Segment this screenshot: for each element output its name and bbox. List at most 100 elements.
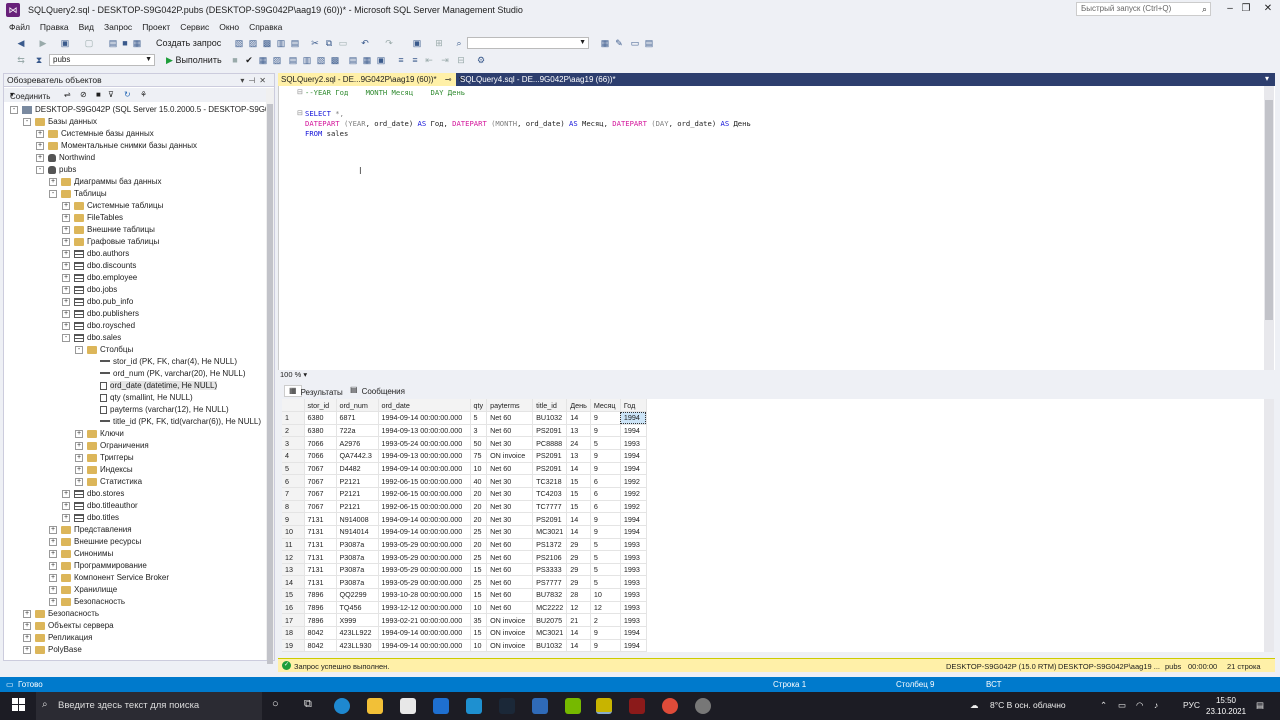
disconnect-icon[interactable]: ⊘ (80, 90, 87, 100)
row-number[interactable]: 17 (282, 613, 305, 628)
grid-cell[interactable]: X999 (336, 613, 379, 628)
grid-cell[interactable]: MC2222 (532, 601, 568, 615)
expand-icon[interactable]: + (75, 477, 83, 486)
expand-icon[interactable]: + (62, 261, 70, 270)
visual-studio-code-icon[interactable] (466, 698, 482, 714)
grid-cell[interactable]: 9 (590, 639, 621, 652)
table-row[interactable]: 12 7131 P3087a 1993-05-29 00:00:00.000 25 Net… (282, 550, 647, 564)
grid-cell[interactable]: 8042 (304, 626, 337, 640)
tree-node[interactable]: + Репликация (23, 632, 92, 644)
row-number[interactable]: 16 (282, 601, 305, 615)
collapse-icon[interactable]: ⊟ (297, 88, 303, 96)
table-row[interactable]: 7 7067 P2121 1992-06-15 00:00:00.000 20 Net 3… (282, 487, 647, 501)
expand-icon[interactable]: + (49, 561, 57, 570)
tree-node[interactable]: + Хранилище (49, 584, 117, 596)
steam-icon[interactable] (499, 698, 515, 714)
expand-icon[interactable]: + (36, 153, 44, 162)
grid-cell[interactable]: TC4203 (532, 487, 568, 501)
grid-corner[interactable] (282, 399, 305, 413)
table-row[interactable]: 14 7131 P3087a 1993-05-29 00:00:00.000 25 Net… (282, 575, 647, 590)
tree-node[interactable]: + Графовые таблицы (62, 236, 159, 248)
expand-icon[interactable]: + (62, 513, 70, 522)
tree-node[interactable]: + Безопасность (49, 596, 125, 608)
tree-node[interactable]: ord_num (PK, varchar(20), Не NULL) (88, 368, 246, 380)
grid-cell[interactable]: 1993 (620, 550, 647, 564)
tree-node[interactable]: + Ключи (75, 428, 124, 440)
find-combo[interactable]: ▼ (467, 37, 589, 49)
row-number[interactable]: 7 (282, 487, 305, 501)
tree-node[interactable]: - Столбцы (75, 344, 133, 356)
grid-cell[interactable]: 14 (566, 525, 591, 539)
undo-icon[interactable]: ↶ (360, 38, 370, 48)
media-app-icon[interactable] (629, 698, 645, 714)
grid-cell[interactable]: 1994-09-14 00:00:00.000 (378, 512, 471, 526)
filter-icon[interactable]: ⊽ (108, 90, 114, 100)
grid-cell[interactable]: TQ456 (336, 601, 379, 615)
grid-cell[interactable]: 25 (470, 550, 488, 564)
solution-icon[interactable]: ⊞ (434, 38, 444, 48)
grid-cell[interactable]: 15 (566, 474, 591, 488)
expand-icon[interactable]: + (62, 501, 70, 510)
tree-node[interactable]: + Представления (49, 524, 132, 536)
row-number[interactable]: 6 (282, 474, 305, 488)
properties-icon[interactable]: ▦ (600, 38, 610, 48)
tree-node[interactable]: - Таблицы (49, 188, 107, 200)
tree-node[interactable]: ord_date (datetime, Не NULL) (88, 380, 218, 392)
grid-cell[interactable]: PS1372 (532, 538, 568, 552)
grid-cell[interactable]: 6871 (336, 411, 379, 425)
tree-node[interactable]: + Триггеры (75, 452, 134, 464)
query-editor[interactable]: ⊟ --YEAR Год MONTH Месяц DAY День ⊟ SELE… (278, 86, 1275, 370)
grid-cell[interactable]: 1994 (620, 424, 647, 438)
grid-cell[interactable]: 1992-06-15 00:00:00.000 (378, 500, 471, 514)
grid-cell[interactable]: 5 (590, 575, 621, 590)
grid-cell[interactable]: Net 60 (486, 550, 534, 564)
table-row[interactable]: 13 7131 P3087a 1993-05-29 00:00:00.000 15 Net… (282, 563, 647, 577)
cortana-icon[interactable]: ○ (272, 698, 279, 710)
grid-cell[interactable]: 1994 (620, 449, 647, 463)
comment-icon[interactable]: ≡ (396, 55, 406, 65)
grid-cell[interactable]: Net 60 (486, 588, 534, 602)
grid-cell[interactable]: 29 (566, 563, 591, 577)
expand-icon[interactable]: + (62, 309, 70, 318)
grid-cell[interactable]: 7067 (304, 462, 337, 476)
grid-cell[interactable]: P3087a (336, 538, 379, 552)
grid-cell[interactable]: 6 (590, 500, 621, 514)
tree-node[interactable]: + Статистика (75, 476, 142, 488)
expand-icon[interactable]: + (23, 609, 31, 618)
database-select[interactable]: pubs ▼ (49, 54, 155, 66)
grid-cell[interactable]: ON invoice (486, 449, 534, 463)
grid-cell[interactable]: 7067 (304, 500, 337, 514)
expand-icon[interactable]: + (75, 441, 83, 450)
menu-file[interactable]: Файл (4, 20, 35, 34)
grid-cell[interactable]: 1994-09-14 00:00:00.000 (378, 525, 471, 539)
zoom-level[interactable]: 100 % ▾ (280, 370, 320, 380)
expand-icon[interactable]: + (75, 465, 83, 474)
file-explorer-icon[interactable] (367, 698, 383, 714)
grid-cell[interactable]: 1993-05-24 00:00:00.000 (378, 436, 471, 451)
wifi-icon[interactable]: ◠ (1136, 700, 1143, 711)
expand-icon[interactable]: + (49, 585, 57, 594)
grid-cell[interactable]: 1994 (620, 411, 647, 425)
grid-cell[interactable]: P3087a (336, 550, 379, 564)
grid-cell[interactable]: Net 30 (486, 500, 534, 514)
stop-icon[interactable]: ■ (96, 90, 101, 100)
expand-icon[interactable]: + (62, 285, 70, 294)
results-grid[interactable]: stor_id ord_num ord_date qty payterms title_i… (282, 399, 1264, 652)
expand-icon[interactable]: + (49, 597, 57, 606)
grid-cell[interactable]: 1993 (620, 563, 647, 577)
change-connection-icon[interactable]: ⧗ (34, 55, 44, 65)
grid-cell[interactable]: 40 (470, 474, 488, 488)
expand-icon[interactable]: + (62, 297, 70, 306)
tree-scrollbar-thumb[interactable] (267, 104, 273, 664)
mdx-query-icon[interactable]: ▨ (248, 38, 258, 48)
grid-cell[interactable]: 6380 (304, 411, 337, 425)
refresh-icon[interactable]: ↻ (124, 90, 131, 100)
table-row[interactable]: 17 7896 X999 1993-02-21 00:00:00.000 35 ON in… (282, 613, 647, 628)
tree-node[interactable]: + dbo.pub_info (62, 296, 133, 308)
tab-overflow-icon[interactable]: ▾ (1265, 74, 1269, 83)
tab-sqlquery2[interactable]: SQLQuery2.sql - DE...9G042P\aag19 (60))*… (278, 73, 465, 86)
tab-messages[interactable]: ▤ Сообщения (346, 385, 405, 396)
row-number[interactable]: 5 (282, 462, 305, 476)
dmx-query-icon[interactable]: ▩ (262, 38, 272, 48)
grid-cell[interactable]: ON invoice (486, 613, 534, 628)
